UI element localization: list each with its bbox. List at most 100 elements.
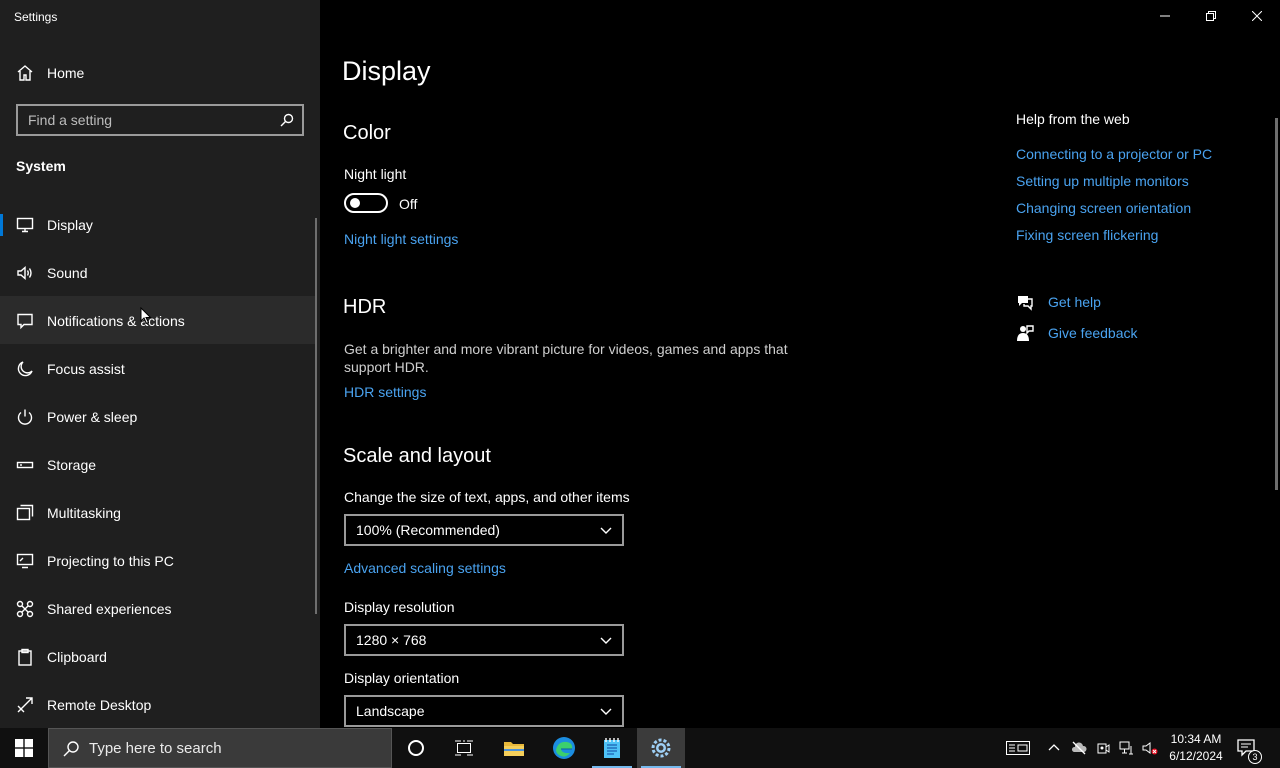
folder-icon (504, 742, 524, 756)
sidebar-item-label: Shared experiences (47, 601, 172, 617)
dropdown-value: 1280 × 768 (356, 632, 427, 648)
close-button[interactable] (1234, 0, 1280, 32)
sidebar-item-label: Power & sleep (47, 409, 138, 425)
give-feedback-icon (1017, 325, 1034, 341)
power-icon (17, 409, 33, 425)
help-link-projector[interactable]: Connecting to a projector or PC (1016, 146, 1212, 162)
taskbar-search-placeholder: Type here to search (89, 740, 222, 757)
sidebar-item-shared-experiences[interactable]: Shared experiences (0, 584, 316, 632)
get-help-icon (1018, 296, 1033, 311)
sidebar: Settings Home System Display Sound (0, 0, 320, 728)
help-link-screen-flickering[interactable]: Fixing screen flickering (1016, 227, 1158, 243)
section-title-system: System (16, 158, 66, 174)
meet-now-icon[interactable] (1095, 740, 1111, 756)
orientation-dropdown[interactable]: Landscape (344, 695, 624, 727)
color-heading: Color (343, 122, 391, 144)
sidebar-item-label: Clipboard (47, 649, 107, 665)
volume-muted-icon[interactable] (1142, 740, 1158, 756)
sidebar-nav: Display Sound Notifications & actions Fo… (0, 200, 320, 728)
minimize-button[interactable] (1142, 0, 1188, 32)
resolution-dropdown[interactable]: 1280 × 768 (344, 624, 624, 656)
hdr-settings-link[interactable]: HDR settings (344, 384, 426, 400)
monitor-icon (16, 217, 34, 233)
night-light-settings-link[interactable]: Night light settings (344, 231, 458, 247)
help-link-multiple-monitors[interactable]: Setting up multiple monitors (1016, 173, 1189, 189)
sidebar-item-remote-desktop[interactable]: Remote Desktop (0, 680, 316, 728)
sidebar-item-notifications[interactable]: Notifications & actions (0, 296, 316, 344)
find-setting-input[interactable] (18, 106, 276, 134)
edge-button[interactable] (540, 728, 588, 768)
home-icon (17, 65, 33, 81)
sidebar-item-projecting[interactable]: Projecting to this PC (0, 536, 316, 584)
message-icon (17, 313, 33, 330)
scale-size-dropdown[interactable]: 100% (Recommended) (344, 514, 624, 546)
notepad-button[interactable] (588, 728, 636, 768)
home-label: Home (47, 65, 85, 81)
sidebar-item-home[interactable]: Home (0, 50, 320, 96)
night-light-label: Night light (344, 166, 407, 182)
help-link-screen-orientation[interactable]: Changing screen orientation (1016, 200, 1191, 216)
resolution-label: Display resolution (344, 599, 455, 615)
network-icon[interactable] (1119, 740, 1135, 756)
sidebar-item-clipboard[interactable]: Clipboard (0, 632, 316, 680)
scale-layout-heading: Scale and layout (343, 445, 491, 467)
cortana-icon (408, 740, 424, 756)
hdr-description: Get a brighter and more vibrant picture … (344, 341, 788, 375)
dropdown-value: Landscape (356, 703, 425, 719)
search-icon (63, 741, 79, 757)
window-controls (1142, 0, 1280, 32)
night-light-state: Off (399, 196, 418, 212)
cortana-button[interactable] (392, 728, 440, 768)
remote-desktop-icon (17, 697, 33, 713)
edge-icon (553, 737, 575, 759)
main-scrollbar[interactable] (1275, 118, 1278, 490)
dropdown-value: 100% (Recommended) (356, 522, 500, 538)
drive-icon (16, 461, 34, 469)
sidebar-item-display[interactable]: Display (0, 200, 316, 248)
settings-taskbar-button[interactable] (637, 728, 685, 768)
close-icon (1252, 11, 1262, 21)
sidebar-item-sound[interactable]: Sound (0, 248, 316, 296)
get-help-link[interactable]: Get help (1048, 294, 1101, 310)
sidebar-item-power-sleep[interactable]: Power & sleep (0, 392, 316, 440)
sidebar-item-storage[interactable]: Storage (0, 440, 316, 488)
taskbar: Type here to search 10:34 AM 6/12/2024 3 (0, 728, 1280, 768)
restore-icon (1206, 11, 1216, 21)
sidebar-item-label: Remote Desktop (47, 697, 152, 713)
orientation-label: Display orientation (344, 670, 460, 686)
clock-date: 6/12/2024 (1169, 749, 1223, 763)
search-icon[interactable] (280, 113, 294, 127)
speaker-icon (17, 265, 32, 281)
projecting-icon (16, 553, 34, 569)
chevron-down-icon (600, 637, 612, 644)
cloud-offline-icon[interactable] (1071, 740, 1087, 756)
system-clock[interactable]: 10:34 AM 6/12/2024 (1166, 731, 1226, 765)
taskbar-search-box[interactable]: Type here to search (48, 728, 392, 768)
find-setting-search[interactable] (16, 104, 304, 136)
windows-logo-icon (15, 739, 33, 757)
give-feedback-link[interactable]: Give feedback (1048, 325, 1138, 341)
night-light-toggle[interactable] (344, 193, 388, 213)
restore-button[interactable] (1188, 0, 1234, 32)
sidebar-item-multitasking[interactable]: Multitasking (0, 488, 316, 536)
page-title: Display (342, 56, 431, 86)
chevron-down-icon (600, 527, 612, 534)
sidebar-item-label: Projecting to this PC (47, 553, 174, 569)
keyboard-layout-icon[interactable] (1006, 740, 1030, 756)
multitasking-icon (16, 504, 34, 521)
file-explorer-button[interactable] (490, 728, 538, 768)
sidebar-item-label: Focus assist (47, 361, 125, 377)
sidebar-item-label: Storage (47, 457, 97, 473)
chevron-up-icon[interactable] (1046, 740, 1062, 756)
moon-icon (17, 361, 33, 377)
start-button[interactable] (0, 728, 48, 768)
advanced-scaling-link[interactable]: Advanced scaling settings (344, 560, 506, 576)
notepad-icon (604, 738, 620, 758)
selection-indicator (0, 214, 3, 236)
sidebar-item-focus-assist[interactable]: Focus assist (0, 344, 316, 392)
task-view-button[interactable] (440, 728, 488, 768)
sidebar-scrollbar[interactable] (315, 218, 317, 614)
sidebar-item-label: Display (47, 217, 93, 233)
app-title: Settings (14, 10, 58, 24)
clock-time: 10:34 AM (1170, 732, 1222, 746)
